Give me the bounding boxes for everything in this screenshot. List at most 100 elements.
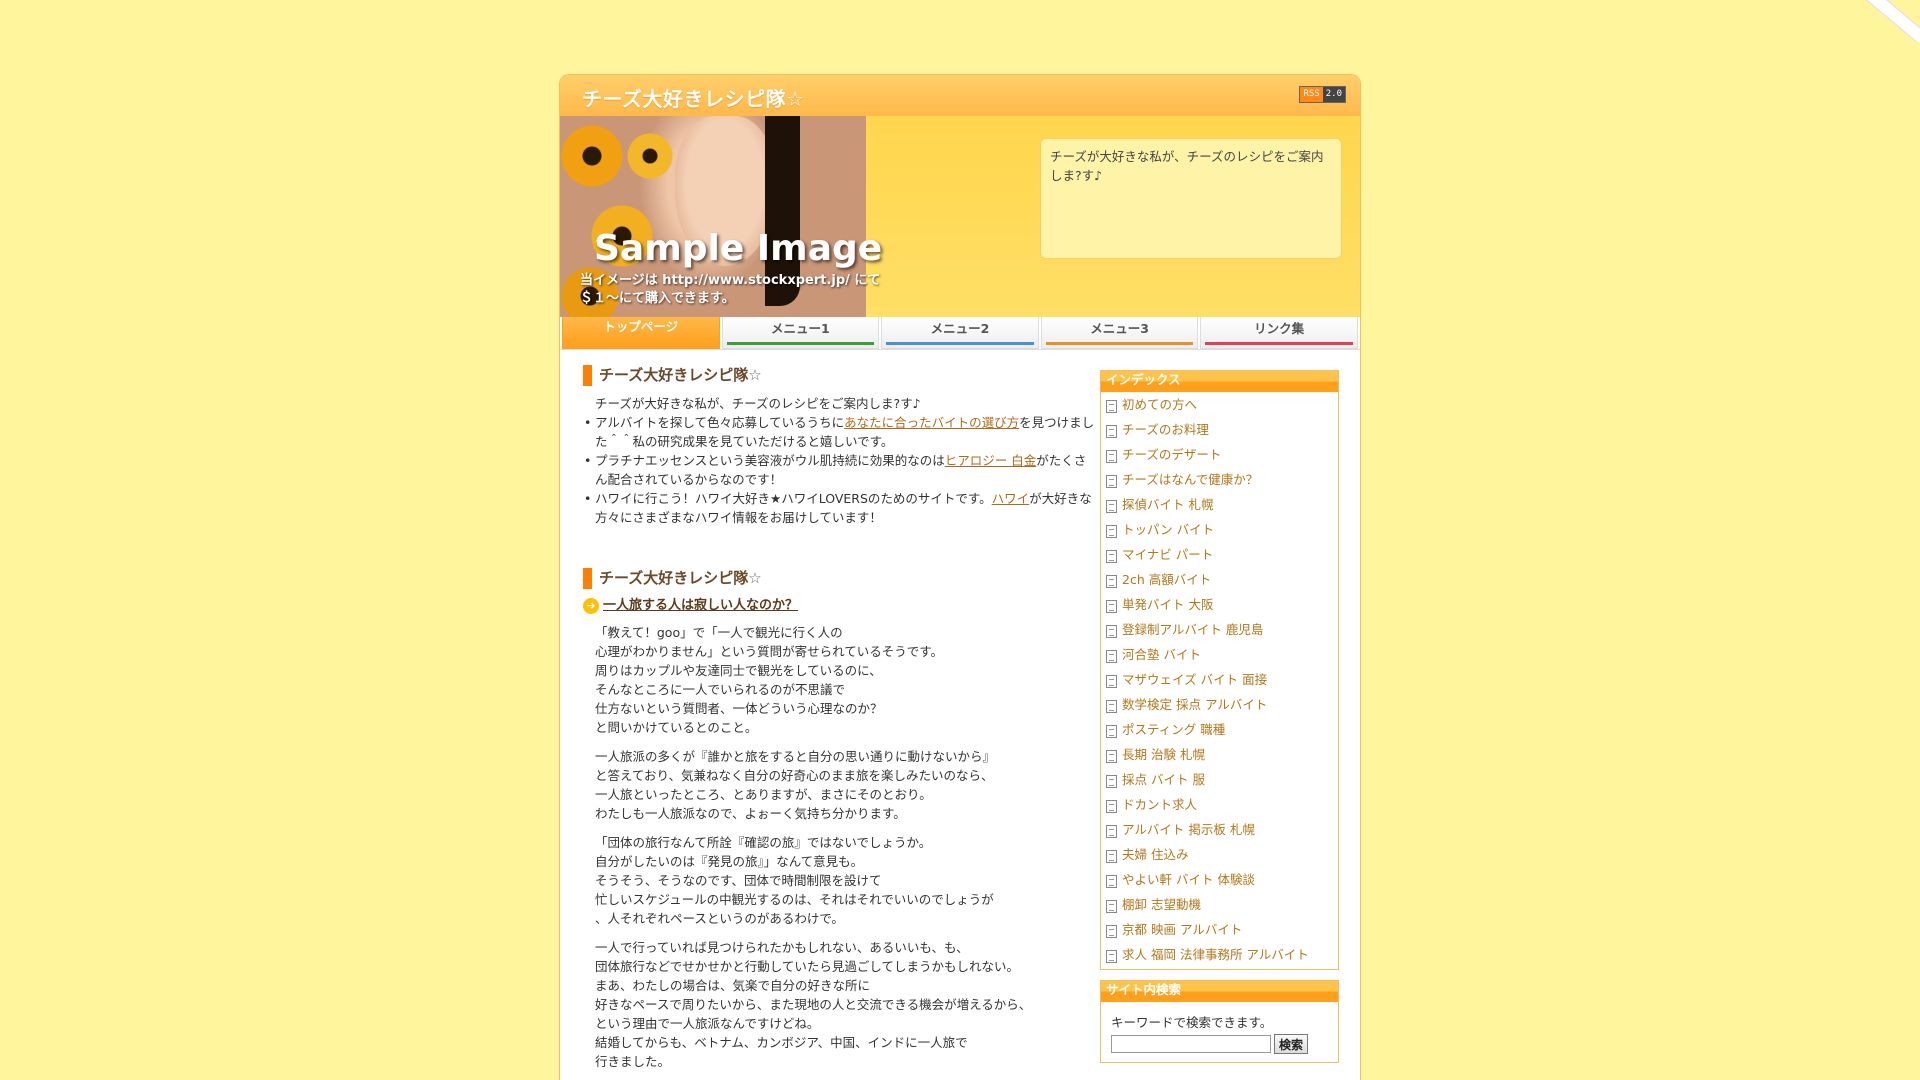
search-button[interactable]: 検索	[1274, 1034, 1309, 1054]
sidebar-index-item[interactable]: 求人 福岡 法律事務所 アルバイト	[1105, 944, 1334, 969]
header-bar: チーズ大好きレシピ隊☆ RSS 2.0	[560, 75, 1360, 116]
article-paragraph-3: 「団体の旅行なんて所詮『確認の旅』ではないでしょうか。 自分がしたいのは『発見の…	[595, 835, 994, 926]
sidebar-index-item[interactable]: 京都 映画 アルバイト	[1105, 919, 1334, 944]
document-icon	[1106, 675, 1117, 688]
sidebar-index-label: 求人 福岡 法律事務所 アルバイト	[1122, 947, 1309, 962]
rss-label: RSS	[1300, 87, 1323, 102]
sidebar-index-item[interactable]: 初めての方へ	[1105, 394, 1334, 419]
document-icon	[1106, 825, 1117, 838]
article-paragraph-1: 「教えて！goo」で「一人で観光に行く人の 心理がわかりません」という質問が寄せ…	[595, 625, 944, 735]
sidebar-index-label: ポスティング 職種	[1122, 722, 1226, 737]
rss-badge[interactable]: RSS 2.0	[1299, 86, 1346, 103]
sidebar-index-item[interactable]: 長期 治験 札幌	[1105, 744, 1334, 769]
nav-links[interactable]: リンク集	[1200, 317, 1358, 349]
section1-intro: チーズが大好きな私が、チーズのレシピをご案内しま?す♪	[595, 396, 921, 411]
sidebar-index-label: トッパン バイト	[1122, 522, 1215, 537]
global-nav: トップページ メニュー1 メニュー2 メニュー3 リンク集	[560, 317, 1360, 350]
document-icon	[1106, 875, 1117, 888]
nav-links-bar	[1205, 342, 1353, 345]
banner-photo: Sample Image 当イメージは http://www.stockxper…	[560, 116, 882, 317]
sidebar-index-item[interactable]: マイナビ パート	[1105, 544, 1334, 569]
search-hint: キーワードで検索できます。	[1111, 1015, 1273, 1030]
document-icon	[1106, 400, 1117, 413]
nav-menu1[interactable]: メニュー1	[721, 317, 880, 349]
sidebar-index-item[interactable]: 採点 バイト 服	[1105, 769, 1334, 794]
sidebar-index-item[interactable]: 登録制アルバイト 鹿児島	[1105, 619, 1334, 644]
document-icon	[1106, 900, 1117, 913]
document-icon	[1106, 850, 1117, 863]
nav-menu3-bar	[1045, 342, 1194, 345]
list-item: アルバイトを探して色々応募しているうちにあなたに合ったバイトの選び方を見つけまし…	[584, 413, 1095, 451]
site-search-heading: サイト内検索	[1101, 981, 1338, 1002]
document-icon	[1106, 950, 1117, 963]
sidebar-index-label: やよい軒 バイト 体験談	[1122, 872, 1255, 887]
link-hawaii[interactable]: ハワイ	[992, 491, 1030, 506]
nav-menu3[interactable]: メニュー3	[1040, 317, 1199, 349]
link-baito-erabikata[interactable]: あなたに合ったバイトの選び方	[844, 415, 1019, 430]
site-search-box: サイト内検索 キーワードで検索できます。 検索	[1100, 980, 1339, 1063]
nav-menu2-bar	[886, 342, 1034, 345]
sidebar-index-label: 数学検定 採点 アルバイト	[1122, 697, 1268, 712]
sidebar-index-item[interactable]: やよい軒 バイト 体験談	[1105, 869, 1334, 894]
document-icon	[1106, 800, 1117, 813]
sidebar-column: インデックス 初めての方へ チーズのお料理チーズのデザートチーズはなんで健康か？ 探…	[1100, 370, 1339, 1073]
sidebar-index-item[interactable]: 探偵バイト 札幌	[1105, 494, 1334, 519]
link-hyalogy[interactable]: ヒアロジー 白金	[945, 453, 1036, 468]
sidebar-index-label: 探偵バイト 札幌	[1122, 497, 1214, 512]
site-search-body: キーワードで検索できます。 検索	[1101, 1002, 1338, 1062]
nav-top-page[interactable]: トップページ	[562, 317, 720, 349]
document-icon	[1106, 650, 1117, 663]
sidebar-index-label: 棚卸 志望動機	[1122, 897, 1201, 912]
site-title[interactable]: チーズ大好きレシピ隊☆	[582, 83, 804, 112]
sidebar-index-label: 河合塾 バイト	[1122, 647, 1201, 662]
sidebar-index-item[interactable]: 単発バイト 大阪	[1105, 594, 1334, 619]
sidebar-index-label: 登録制アルバイト 鹿児島	[1122, 622, 1264, 637]
sidebar-index-item[interactable]: アルバイト 掲示板 札幌	[1105, 819, 1334, 844]
article-paragraph-2: 一人旅派の多くが『誰かと旅をすると自分の思い通りに動けないから』 と答えており、…	[595, 749, 996, 821]
sidebar-index-label: マザウェイズ バイト 面接	[1122, 672, 1268, 687]
sidebar-index-item[interactable]: 2ch 高額バイト	[1105, 569, 1334, 594]
index-box: インデックス 初めての方へ チーズのお料理チーズのデザートチーズはなんで健康か？ 探…	[1100, 370, 1339, 970]
sidebar-index-item[interactable]: トッパン バイト	[1105, 519, 1334, 544]
document-icon	[1106, 475, 1117, 488]
index-heading: インデックス	[1101, 371, 1338, 392]
section1-title: チーズ大好きレシピ隊☆	[583, 364, 1095, 386]
document-icon	[1106, 525, 1117, 538]
article-title-link[interactable]: ➔ 一人旅する人は寂しい人なのか？	[583, 597, 1095, 615]
sidebar-index-label: 2ch 高額バイト	[1122, 572, 1212, 587]
sidebar-index-item[interactable]: ポスティング 職種	[1105, 719, 1334, 744]
corner-ribbon	[1860, 0, 1920, 42]
banner-caption-line1: 当イメージは http://www.stockxpert.jp/ にて	[580, 273, 881, 288]
sidebar-index-item[interactable]: 棚卸 志望動機	[1105, 894, 1334, 919]
search-row: 検索	[1111, 1034, 1328, 1054]
search-input[interactable]	[1111, 1035, 1271, 1053]
sidebar-index-label: 採点 バイト 服	[1122, 772, 1205, 787]
sidebar-index-label: チーズのデザート	[1122, 447, 1222, 462]
list-item: プラチナエッセンスという美容液がウル肌持続に効果的なのはヒアロジー 白金がたくさ…	[584, 451, 1095, 489]
sidebar-index-label: 長期 治験 札幌	[1122, 747, 1205, 762]
document-icon	[1106, 450, 1117, 463]
site-description-box: チーズが大好きな私が、チーズのレシピをご案内しま?す♪	[1040, 138, 1342, 259]
sidebar-index-item[interactable]: ドカント求人	[1105, 794, 1334, 819]
document-icon	[1106, 925, 1117, 938]
arrow-right-icon: ➔	[583, 598, 599, 614]
rss-version: 2.0	[1322, 87, 1345, 102]
document-icon	[1106, 600, 1117, 613]
banner-sample-text: Sample Image	[594, 228, 883, 269]
sidebar-index-item[interactable]: 夫婦 住込み	[1105, 844, 1334, 869]
nav-menu2[interactable]: メニュー2	[881, 317, 1039, 349]
main-content: チーズ大好きレシピ隊☆ チーズが大好きな私が、チーズのレシピをご案内しま?す♪ …	[583, 364, 1095, 1080]
banner-caption-line2: ＄１〜にて購入できます。	[580, 291, 735, 306]
section1-list: アルバイトを探して色々応募しているうちにあなたに合ったバイトの選び方を見つけまし…	[583, 413, 1095, 527]
sidebar-index-item[interactable]: チーズはなんで健康か？	[1105, 469, 1334, 494]
document-icon	[1106, 550, 1117, 563]
nav-menu1-bar	[726, 342, 875, 345]
sidebar-index-item[interactable]: チーズのお料理	[1105, 419, 1334, 444]
list-item: ハワイに行こう！ハワイ大好き★ハワイLOVERSのためのサイトです。ハワイが大好…	[584, 489, 1095, 527]
sidebar-index-item[interactable]: 数学検定 採点 アルバイト	[1105, 694, 1334, 719]
sidebar-index-item[interactable]: 河合塾 バイト	[1105, 644, 1334, 669]
sidebar-index-item[interactable]: チーズのデザート	[1105, 444, 1334, 469]
document-icon	[1106, 700, 1117, 713]
sidebar-index-label: マイナビ パート	[1122, 547, 1214, 562]
sidebar-index-item[interactable]: マザウェイズ バイト 面接	[1105, 669, 1334, 694]
